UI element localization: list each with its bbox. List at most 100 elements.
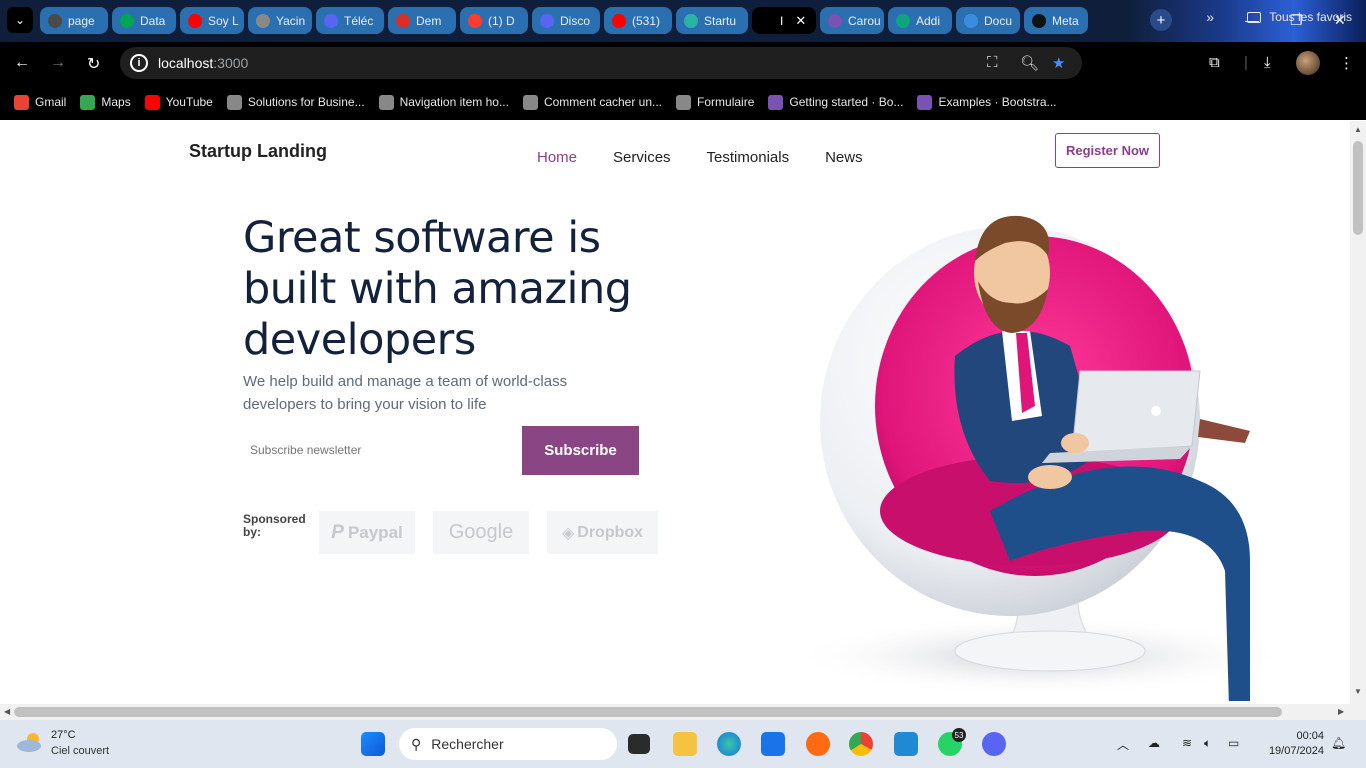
weather-status[interactable]: Ciel couvert <box>51 745 109 757</box>
scroll-up-icon[interactable]: ▲ <box>1354 125 1362 134</box>
vertical-scrollbar[interactable]: ▲ ▼ <box>1350 121 1366 704</box>
download-icon[interactable]: ⤓ <box>1264 54 1271 71</box>
all-bookmarks-folder[interactable]: Tous les favoris <box>1247 10 1352 24</box>
nav-testimonials[interactable]: Testimonials <box>707 149 790 166</box>
profile-avatar[interactable] <box>1296 51 1320 75</box>
forward-icon[interactable]: → <box>50 54 66 72</box>
bookmark-label: Examples · Bootstra... <box>938 95 1057 109</box>
browser-tab[interactable]: Yacin <box>248 7 312 34</box>
sponsor-name: Google <box>448 521 514 543</box>
nav-services[interactable]: Services <box>613 149 671 166</box>
cloud-sync-icon[interactable]: ☁ <box>1148 736 1160 750</box>
tab-favicon-icon <box>540 13 554 28</box>
browser-tab[interactable]: Docu <box>956 7 1020 34</box>
sponsor-name: Paypal <box>347 522 403 542</box>
browser-tab[interactable]: Startu <box>676 7 748 34</box>
tab-favicon-icon <box>1032 13 1046 28</box>
browser-tab[interactable]: Carou <box>820 7 884 34</box>
task-view-icon[interactable] <box>628 734 650 754</box>
bookmark-item[interactable]: Gmail <box>14 94 67 110</box>
chrome-icon[interactable] <box>849 732 873 756</box>
notification-bell-icon[interactable]: 🔔︎ <box>1331 736 1346 750</box>
edge-icon[interactable] <box>717 732 741 756</box>
bookmark-label: YouTube <box>165 95 213 109</box>
browser-tab[interactable]: Meta <box>1024 7 1088 34</box>
hero-subtitle: We help build and manage a team of world… <box>243 373 568 413</box>
site-info-icon[interactable]: i <box>130 54 148 72</box>
scroll-down-icon[interactable]: ▼ <box>1354 687 1362 696</box>
tab-label: Yacin <box>276 13 306 28</box>
bookmark-favicon-icon <box>14 94 29 110</box>
bookmark-label: Gmail <box>35 95 67 109</box>
browser-tab[interactable]: (1) D <box>460 7 528 34</box>
more-bookmarks-icon[interactable]: » <box>1206 9 1214 25</box>
translate-icon[interactable]: ⛶ <box>987 54 998 71</box>
horizontal-scrollbar[interactable]: ◀ ▶ <box>0 704 1366 720</box>
file-explorer-icon[interactable] <box>673 732 697 756</box>
search-label: Rechercher <box>431 736 504 752</box>
menu-kebab-icon[interactable]: ⋮ <box>1339 54 1354 72</box>
back-icon[interactable]: ← <box>14 54 30 72</box>
battery-icon[interactable]: ▭ <box>1228 736 1239 750</box>
nav-news[interactable]: News <box>825 149 863 166</box>
bookmark-item[interactable]: Maps <box>80 94 131 110</box>
browser-tab[interactable]: Dem <box>388 7 456 34</box>
bookmark-item[interactable]: Solutions for Busine... <box>226 94 365 110</box>
windows-start-icon[interactable] <box>361 732 385 756</box>
browser-tab[interactable]: Téléc <box>316 7 384 34</box>
search-icon: ⚲ <box>411 735 422 752</box>
subscribe-button[interactable]: Subscribe <box>522 426 639 475</box>
wifi-icon[interactable]: ≋ <box>1182 736 1192 750</box>
bookmark-item[interactable]: YouTube <box>144 94 213 110</box>
show-hidden-icons[interactable]: ︿ <box>1117 736 1129 753</box>
bookmark-item[interactable]: Formulaire <box>676 94 755 110</box>
nav-home[interactable]: Home <box>537 149 577 166</box>
scroll-right-icon[interactable]: ▶ <box>1338 707 1344 716</box>
browser-tab[interactable]: Soy L <box>180 7 244 34</box>
postman-icon[interactable] <box>806 732 830 756</box>
vscode-icon[interactable] <box>894 732 918 756</box>
scrollbar-thumb[interactable] <box>1353 141 1363 235</box>
discord-icon[interactable] <box>982 732 1006 756</box>
tab-search-button[interactable]: ⌄ <box>7 7 33 33</box>
browser-tab[interactable]: Disco <box>532 7 600 34</box>
brand-logo[interactable]: Startup Landing <box>189 141 327 162</box>
scroll-left-icon[interactable]: ◀ <box>4 707 10 716</box>
cloud-weather-icon[interactable] <box>16 730 44 754</box>
bookmarks-bar: Gmail Maps YouTube Solutions for Busine... N… <box>0 84 1366 120</box>
bookmark-favicon-icon <box>80 94 96 110</box>
bookmark-item[interactable]: Examples · Bootstra... <box>917 94 1057 110</box>
browser-tab[interactable]: I ✕ <box>752 7 816 34</box>
browser-tab[interactable]: (531) <box>604 7 672 34</box>
bookmark-label: Formulaire <box>697 95 755 109</box>
zoom-icon[interactable]: 🔍︎ <box>1020 54 1039 72</box>
volume-muted-icon[interactable]: 🔈︎ <box>1204 736 1211 751</box>
sponsor-dropbox-logo: ◈ Dropbox <box>547 511 658 554</box>
bookmark-favicon-icon <box>378 94 394 110</box>
system-clock[interactable]: 00:04 19/07/2024 <box>1262 729 1324 759</box>
hero-illustration <box>790 215 1290 701</box>
browser-tab[interactable]: Addi <box>888 7 952 34</box>
reload-icon[interactable]: ↻ <box>87 54 100 74</box>
bookmark-item[interactable]: Getting started · Bo... <box>768 94 903 110</box>
bookmark-item[interactable]: Comment cacher un... <box>522 94 662 110</box>
newsletter-email-input[interactable] <box>243 426 513 474</box>
extensions-puzzle-icon[interactable]: ⧉ <box>1209 54 1220 71</box>
register-now-button[interactable]: Register Now <box>1055 133 1160 168</box>
new-tab-button[interactable]: + <box>1150 9 1172 31</box>
tab-label: Disco <box>560 13 591 28</box>
bookmark-label: Maps <box>101 95 131 109</box>
weather-temperature[interactable]: 27°C <box>51 729 76 741</box>
bookmark-item[interactable]: Navigation item ho... <box>378 94 509 110</box>
taskbar-search[interactable]: ⚲ Rechercher <box>399 728 617 760</box>
scrollbar-thumb[interactable] <box>14 707 1282 717</box>
tab-label: page <box>68 13 95 28</box>
close-tab-icon[interactable]: ✕ <box>795 13 806 29</box>
store-icon[interactable] <box>761 732 785 756</box>
url-text[interactable]: localhost:3000 <box>158 55 248 71</box>
address-bar[interactable]: i localhost:3000 <box>120 47 1082 79</box>
bookmark-star-icon[interactable]: ★ <box>1052 54 1065 72</box>
browser-tab[interactable]: Data <box>112 7 176 34</box>
tab-favicon-icon <box>188 13 202 28</box>
browser-tab[interactable]: page <box>40 7 108 34</box>
